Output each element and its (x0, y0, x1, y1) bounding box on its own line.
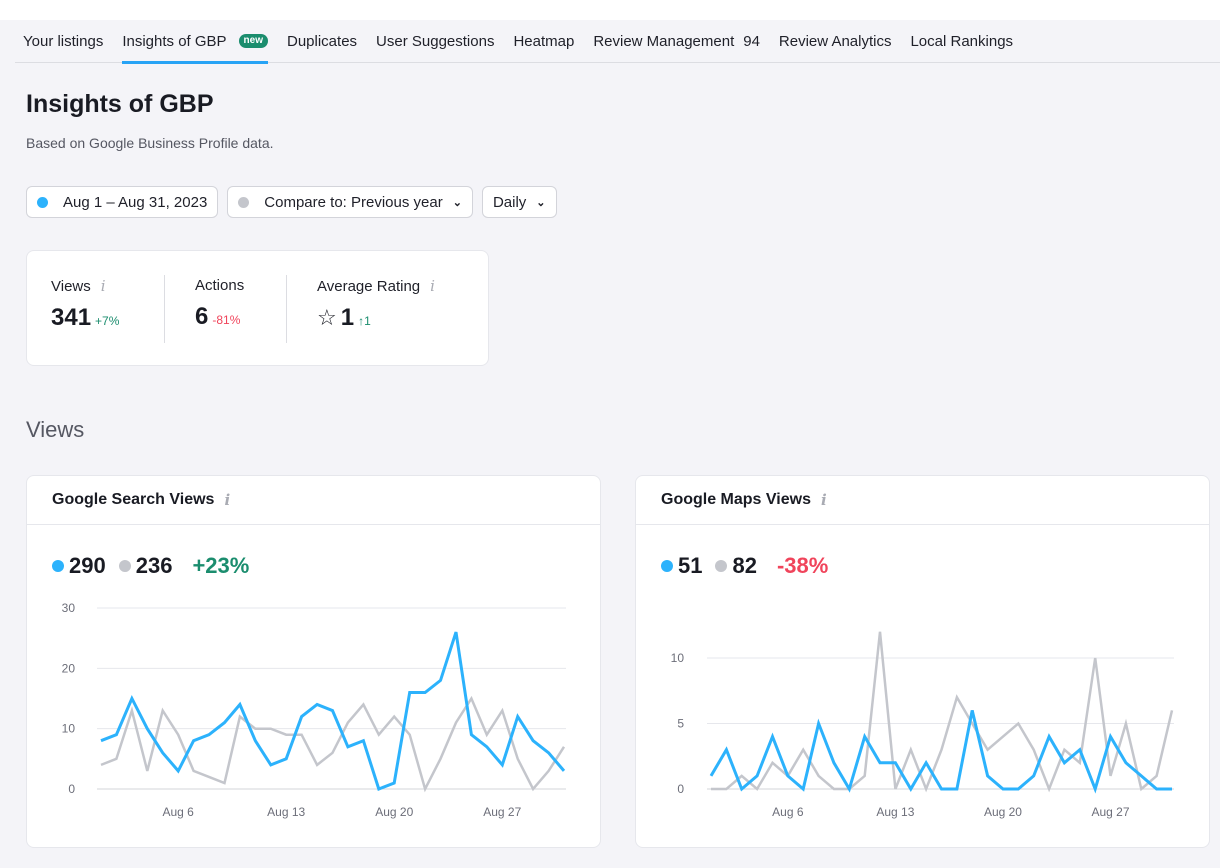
metric-value: 6 (195, 303, 209, 330)
new-badge: new (238, 34, 268, 48)
x-tick-label: Aug 20 (375, 805, 413, 819)
summary-card: Views i 341 +7% Actions 6 -81% Average Rati… (26, 250, 489, 366)
x-tick-label: Aug 6 (162, 805, 194, 819)
y-tick-label: 5 (677, 717, 684, 731)
y-tick-label: 10 (671, 651, 685, 665)
maps-views-chart: 0 5 10 Aug 6 Aug 13 Aug 20 Aug 27 (671, 631, 1174, 819)
metric-label: Average Rating (317, 278, 421, 295)
section-title: Views (26, 417, 85, 442)
tab-insights-of-gbp[interactable]: Insights of GBP new (122, 20, 268, 64)
tab-your-listings[interactable]: Your listings (23, 20, 103, 63)
tab-label: Insights of GBP (122, 32, 227, 50)
y-tick-label: 0 (677, 782, 684, 796)
tab-label: Review Management (593, 32, 735, 50)
tab-heatmap[interactable]: Heatmap (513, 20, 574, 63)
star-icon: ☆ (317, 306, 337, 331)
metric-actions: Actions 6 -81% (195, 277, 244, 331)
tab-duplicates[interactable]: Duplicates (287, 20, 357, 63)
x-tick-label: Aug 27 (483, 805, 521, 819)
divider (286, 275, 287, 343)
tab-label: Review Analytics (778, 32, 892, 50)
search-views-card: Google Search Views i 290 236 +23% 0 10 20 3… (26, 475, 601, 848)
tab-local-rankings[interactable]: Local Rankings (910, 20, 1013, 63)
metric-value: 341 (51, 304, 92, 331)
metric-delta: -81% (212, 313, 241, 327)
page-title: Insights of GBP (26, 90, 214, 118)
top-strip (0, 0, 1220, 20)
tab-label: Duplicates (287, 32, 358, 50)
y-tick-label: 10 (62, 722, 76, 736)
page-subtitle: Based on Google Business Profile data. (26, 135, 274, 151)
granularity-dropdown[interactable]: Daily ⌄ (481, 186, 557, 218)
tab-label: Local Rankings (910, 32, 1014, 50)
compare-label: Compare to: Previous year (264, 193, 443, 211)
tab-bar: Your listings Insights of GBP new Duplic… (15, 20, 1220, 64)
tab-label: Your listings (23, 32, 104, 50)
chevron-down-icon: ⌄ (452, 196, 462, 209)
x-tick-label: Aug 20 (984, 805, 1022, 819)
metric-delta: ↑1 (358, 314, 371, 328)
review-count: 94 (743, 32, 760, 50)
metric-delta: +7% (95, 314, 120, 328)
x-tick-label: Aug 13 (267, 805, 305, 819)
tab-label: Heatmap (513, 32, 575, 50)
date-range-label: Aug 1 – Aug 31, 2023 (63, 193, 208, 211)
tab-label: User Suggestions (376, 32, 495, 50)
date-range-picker[interactable]: Aug 1 – Aug 31, 2023 (26, 186, 219, 218)
info-icon[interactable]: i (101, 277, 106, 295)
tab-user-suggestions[interactable]: User Suggestions (376, 20, 494, 63)
x-tick-label: Aug 13 (876, 805, 914, 819)
metric-average-rating: Average Rating i ☆ 1 ↑1 (317, 277, 435, 332)
metric-label: Actions (195, 277, 245, 294)
chevron-down-icon: ⌄ (536, 196, 546, 209)
y-tick-label: 0 (68, 782, 75, 796)
maps-views-card: Google Maps Views i 51 82 -38% 0 5 10 Aug 6A… (635, 475, 1210, 848)
metric-value: 1 (340, 304, 355, 331)
y-tick-label: 30 (62, 601, 76, 615)
x-tick-label: Aug 27 (1092, 805, 1130, 819)
compare-dropdown[interactable]: Compare to: Previous year ⌄ (227, 186, 473, 218)
metric-label: Views (51, 278, 91, 295)
x-tick-label: Aug 6 (772, 805, 804, 819)
search-views-chart: 0 10 20 30 Aug 6 Aug 13 Aug 20 Aug 27 (62, 601, 566, 819)
divider (164, 275, 165, 343)
filters-bar: Aug 1 – Aug 31, 2023 Compare to: Previou… (26, 186, 557, 218)
current-period-line (100, 631, 566, 791)
tab-review-management[interactable]: Review Management 94 (593, 20, 760, 63)
current-period-dot-icon (37, 196, 48, 208)
info-icon[interactable]: i (430, 277, 435, 295)
metric-views: Views i 341 +7% (51, 277, 119, 332)
y-tick-label: 20 (62, 661, 76, 675)
compare-period-dot-icon (238, 196, 250, 208)
tab-review-analytics[interactable]: Review Analytics (779, 20, 892, 63)
granularity-label: Daily (492, 193, 527, 211)
